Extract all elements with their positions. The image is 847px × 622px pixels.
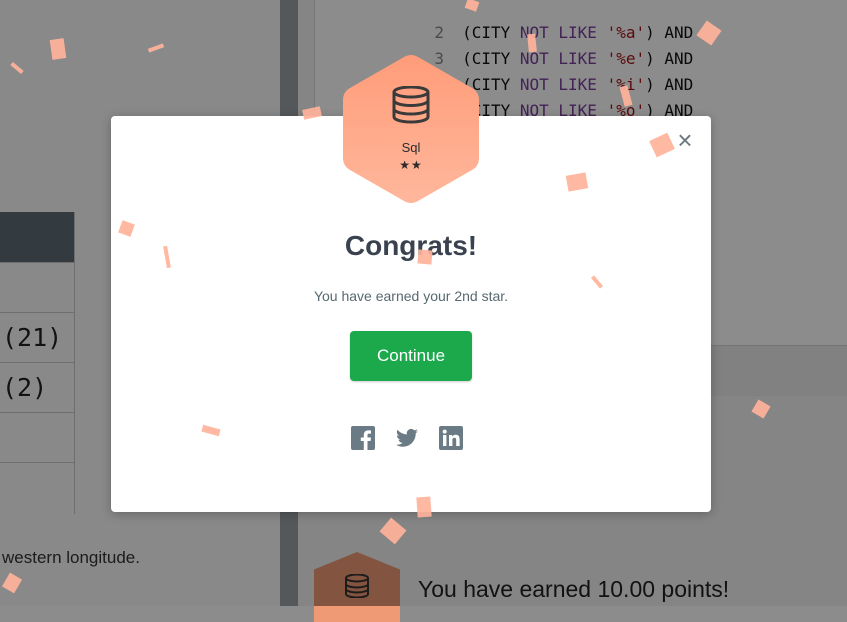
confetti-piece	[49, 38, 67, 60]
modal-title: Congrats!	[344, 230, 478, 261]
confetti-piece	[417, 249, 433, 265]
facebook-icon[interactable]	[351, 426, 375, 450]
confetti-piece	[416, 496, 432, 518]
badge-skill-name: Sql	[401, 140, 421, 155]
close-button[interactable]: ×	[673, 127, 697, 153]
achievement-badge: Sql ★★	[342, 54, 480, 204]
confetti-piece	[565, 172, 589, 192]
twitter-icon[interactable]	[395, 426, 419, 450]
badge-stars: ★★	[399, 158, 423, 172]
modal-message: You have earned your 2nd star.	[313, 288, 509, 304]
continue-button[interactable]: Continue	[350, 331, 472, 381]
hexagon-shape	[343, 55, 479, 203]
database-icon	[392, 86, 430, 124]
share-links	[351, 426, 473, 450]
linkedin-icon[interactable]	[439, 426, 463, 450]
